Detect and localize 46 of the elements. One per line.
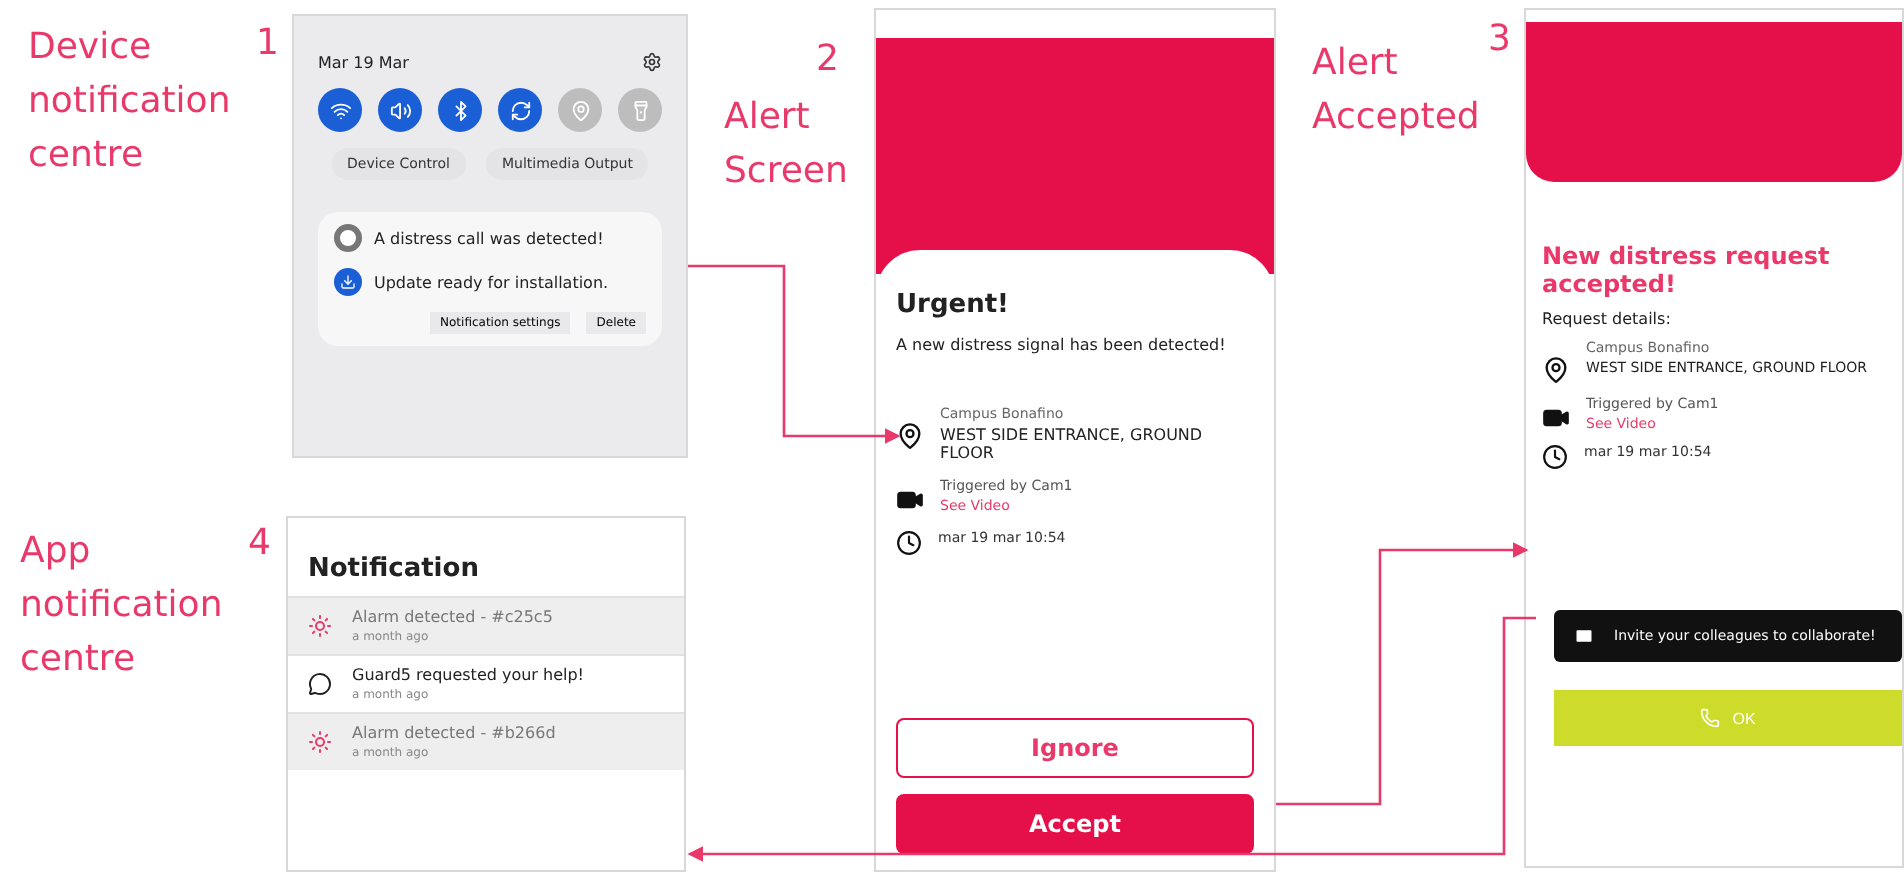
clock-icon	[896, 530, 922, 556]
date-text: Mar 19 Mar	[318, 53, 409, 71]
download-icon	[334, 268, 362, 296]
location-pin-icon	[1542, 356, 1570, 384]
bluetooth-icon	[449, 99, 471, 121]
alert-title: Urgent!	[896, 290, 1011, 320]
notification-text[interactable]: Update ready for installation.	[374, 273, 609, 291]
sound-icon	[389, 99, 411, 121]
clock-icon	[1542, 444, 1568, 470]
sync-icon	[509, 99, 531, 121]
bluetooth-toggle[interactable]	[438, 88, 482, 132]
notification-text: Alarm detected - #b266d	[352, 724, 556, 742]
step-title: Alert Screen	[724, 94, 848, 196]
notification-text: Guard5 requested your help!	[352, 666, 585, 684]
flashlight-icon	[629, 99, 651, 121]
video-camera-icon	[1542, 404, 1570, 432]
step-number: 3	[1488, 16, 1511, 64]
flashlight-toggle[interactable]	[618, 88, 662, 132]
location-pin-icon	[896, 422, 924, 450]
ring-icon	[334, 224, 362, 252]
location-icon	[569, 99, 591, 121]
accept-button[interactable]: Accept	[896, 794, 1254, 854]
chat-bubble-icon	[308, 672, 332, 696]
notification-title: Notification	[306, 552, 481, 588]
notification-text[interactable]: A distress call was detected!	[374, 229, 604, 247]
step-number: 4	[248, 520, 271, 568]
wifi-icon	[329, 99, 351, 121]
step-number: 1	[256, 20, 279, 68]
settings-icon[interactable]	[642, 52, 662, 72]
ignore-button[interactable]: Ignore	[896, 718, 1254, 778]
sync-toggle[interactable]	[498, 88, 542, 132]
details-label: Request details:	[1542, 310, 1673, 328]
notification-text: Alarm detected - #c25c5	[352, 608, 553, 626]
location-text: WEST SIDE ENTRANCE, GROUND FLOOR	[940, 426, 1205, 462]
accepted-title: New distress request accepted!	[1542, 242, 1832, 298]
step-title: Alert Accepted	[1312, 40, 1480, 142]
video-camera-icon	[896, 486, 924, 514]
step-title: Device notification centre	[28, 24, 231, 180]
location-toggle[interactable]	[558, 88, 602, 132]
mail-icon	[1574, 626, 1594, 646]
phone-icon	[1700, 708, 1721, 728]
step-number: 2	[816, 36, 839, 84]
sound-toggle[interactable]	[378, 88, 422, 132]
wifi-toggle[interactable]	[318, 88, 362, 132]
step-title: App notification centre	[20, 528, 223, 684]
alert-message: A new distress signal has been detected!	[896, 336, 1228, 354]
